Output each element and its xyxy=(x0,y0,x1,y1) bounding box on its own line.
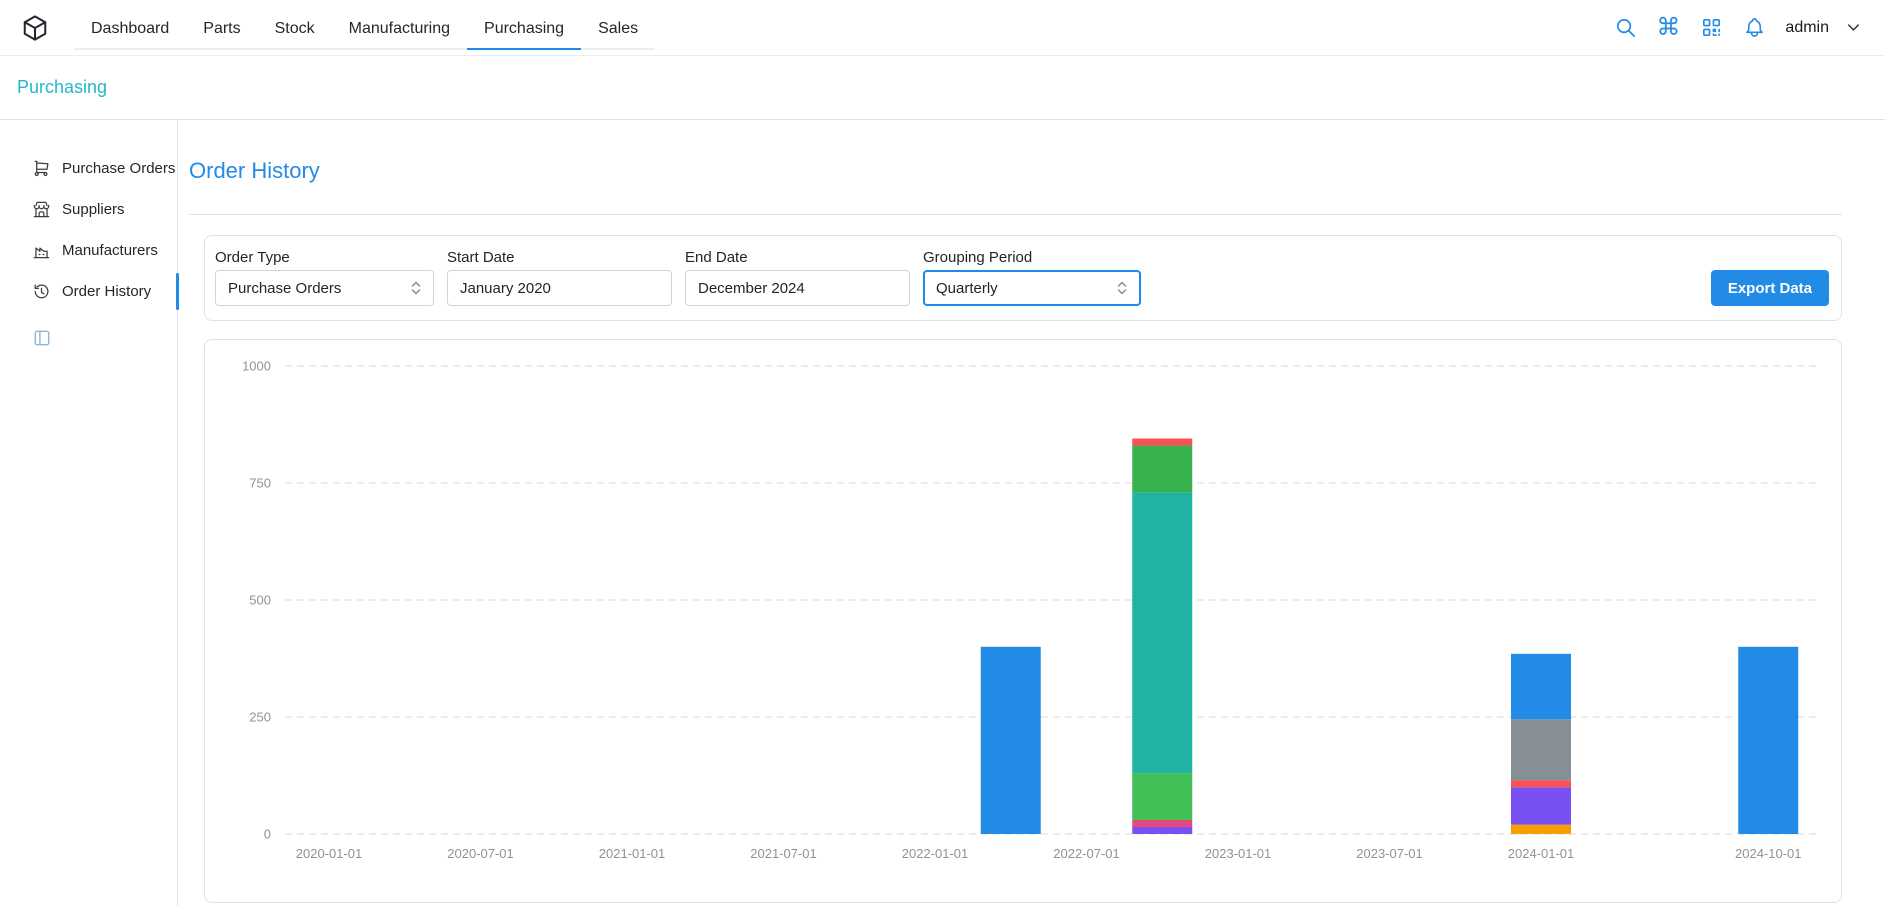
user-menu[interactable]: admin xyxy=(1785,18,1863,37)
svg-text:2022-01-01: 2022-01-01 xyxy=(902,846,969,861)
breadcrumb-link-purchasing[interactable]: Purchasing xyxy=(17,77,107,98)
svg-text:2020-07-01: 2020-07-01 xyxy=(447,846,514,861)
notifications-bell-icon[interactable] xyxy=(1742,16,1766,40)
svg-text:250: 250 xyxy=(249,710,271,725)
order-type-label: Order Type xyxy=(215,249,434,266)
sidebar-item-purchase-orders[interactable]: Purchase Orders xyxy=(0,148,177,189)
svg-text:0: 0 xyxy=(264,827,271,842)
sidebar-item-manufacturers[interactable]: Manufacturers xyxy=(0,230,177,271)
svg-text:1000: 1000 xyxy=(242,359,271,374)
sidebar-collapse-icon[interactable] xyxy=(32,328,52,348)
selector-updown-icon xyxy=(408,280,424,296)
grouping-period-select-value: Quarterly xyxy=(936,280,998,297)
svg-text:2021-07-01: 2021-07-01 xyxy=(750,846,817,861)
main-nav-tabs: Dashboard Parts Stock Manufacturing Purc… xyxy=(74,10,655,50)
shopping-cart-icon xyxy=(32,159,51,178)
order-type-select-value: Purchase Orders xyxy=(228,280,341,297)
building-store-icon xyxy=(32,200,51,219)
selector-updown-icon xyxy=(1114,280,1130,296)
svg-text:2020-01-01: 2020-01-01 xyxy=(296,846,363,861)
chevron-down-icon xyxy=(1844,18,1863,37)
grouping-period-label: Grouping Period xyxy=(923,249,1141,266)
nav-tab-sales[interactable]: Sales xyxy=(581,10,655,50)
svg-text:2022-07-01: 2022-07-01 xyxy=(1053,846,1120,861)
end-date-input[interactable] xyxy=(685,270,910,306)
order-type-select[interactable]: Purchase Orders xyxy=(215,270,434,306)
app-logo-icon[interactable] xyxy=(20,13,50,43)
svg-text:2024-01-01: 2024-01-01 xyxy=(1508,846,1575,861)
svg-text:2023-01-01: 2023-01-01 xyxy=(1205,846,1272,861)
navbar-actions: ⌘ admin xyxy=(1613,16,1863,40)
barcode-scan-icon[interactable] xyxy=(1699,16,1723,40)
page-title: Order History xyxy=(189,158,1842,184)
nav-tab-dashboard[interactable]: Dashboard xyxy=(74,10,186,50)
svg-text:2021-01-01: 2021-01-01 xyxy=(599,846,666,861)
main-panel: Order History Order Type Purchase Orders… xyxy=(178,120,1885,906)
order-history-filter-card: Order Type Purchase Orders Start Date En… xyxy=(204,235,1842,321)
nav-tab-stock[interactable]: Stock xyxy=(258,10,332,50)
svg-text:2024-10-01: 2024-10-01 xyxy=(1735,846,1802,861)
order-history-chart-card: 0 250 500 750 1000 2020-01-01 2020-07-01 2021-0… xyxy=(204,339,1842,903)
end-date-label: End Date xyxy=(685,249,910,266)
svg-text:750: 750 xyxy=(249,476,271,491)
order-history-chart[interactable]: 0 250 500 750 1000 2020-01-01 2020-07-01 2021-0… xyxy=(205,340,1841,902)
start-date-field: Start Date xyxy=(447,249,672,306)
nav-tab-manufacturing[interactable]: Manufacturing xyxy=(332,10,467,50)
sidebar-item-label: Manufacturers xyxy=(62,242,158,259)
top-navbar: Dashboard Parts Stock Manufacturing Purc… xyxy=(0,0,1885,56)
svg-text:500: 500 xyxy=(249,593,271,608)
factory-icon xyxy=(32,241,51,260)
username-label: admin xyxy=(1785,19,1829,37)
sidebar-item-label: Order History xyxy=(62,283,151,300)
order-type-field: Order Type Purchase Orders xyxy=(215,249,434,306)
command-palette-icon[interactable]: ⌘ xyxy=(1656,16,1680,40)
export-data-button[interactable]: Export Data xyxy=(1711,270,1829,306)
grouping-period-field: Grouping Period Quarterly xyxy=(923,249,1141,306)
sidebar-item-label: Purchase Orders xyxy=(62,160,175,177)
breadcrumb-bar: Purchasing xyxy=(0,56,1885,120)
end-date-field: End Date xyxy=(685,249,910,306)
sidebar-item-order-history[interactable]: Order History xyxy=(0,271,177,312)
purchasing-sidebar: Purchase Orders Suppliers Manufacturers xyxy=(0,120,178,906)
sidebar-item-label: Suppliers xyxy=(62,201,125,218)
search-icon[interactable] xyxy=(1613,16,1637,40)
sidebar-item-suppliers[interactable]: Suppliers xyxy=(0,189,177,230)
title-divider xyxy=(189,214,1842,215)
nav-tab-parts[interactable]: Parts xyxy=(186,10,257,50)
start-date-input[interactable] xyxy=(447,270,672,306)
content-area: Purchase Orders Suppliers Manufacturers xyxy=(0,120,1885,906)
nav-tab-purchasing[interactable]: Purchasing xyxy=(467,10,581,50)
start-date-label: Start Date xyxy=(447,249,672,266)
grouping-period-select[interactable]: Quarterly xyxy=(923,270,1141,306)
svg-text:2023-07-01: 2023-07-01 xyxy=(1356,846,1423,861)
history-icon xyxy=(32,282,51,301)
